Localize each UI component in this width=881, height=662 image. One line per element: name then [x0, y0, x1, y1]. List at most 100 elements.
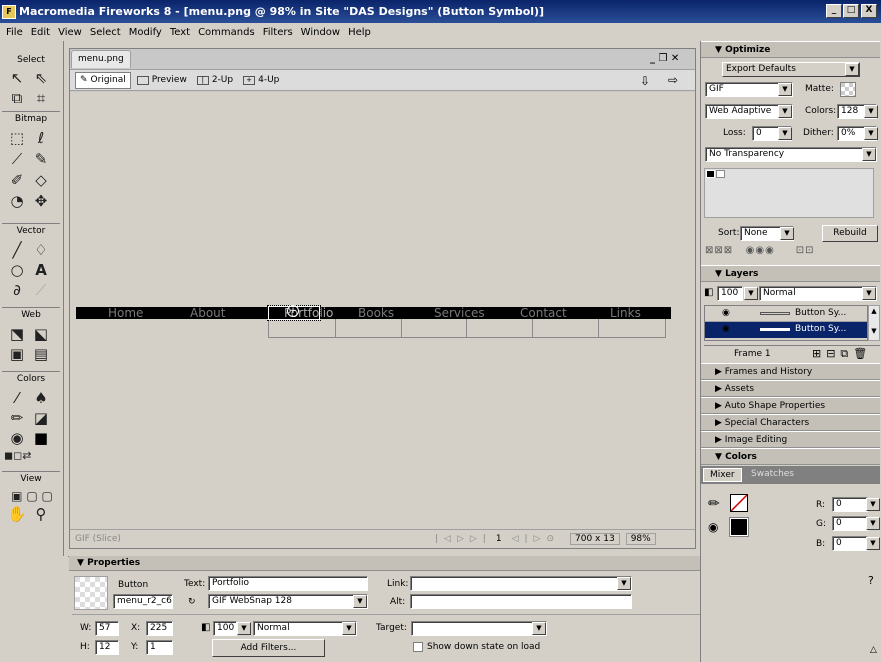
- button-text-input[interactable]: Portfolio: [208, 576, 368, 591]
- width-input[interactable]: 57: [95, 621, 119, 636]
- b-dropdown-icon[interactable]: ▼: [866, 537, 880, 550]
- view-original-button[interactable]: ✎ Original: [75, 71, 131, 89]
- assets-panel-header[interactable]: ▶ Assets: [701, 380, 880, 397]
- export-dropdown-icon[interactable]: ▼: [353, 595, 367, 608]
- link-input[interactable]: [410, 576, 632, 591]
- layer-actions-icon[interactable]: ⊞⊟⧉🗑: [812, 347, 872, 361]
- x-input[interactable]: 225: [146, 621, 173, 636]
- menu-help[interactable]: Help: [344, 27, 375, 38]
- nav-item-books[interactable]: Books: [358, 307, 394, 319]
- menu-text[interactable]: Text: [166, 27, 194, 38]
- add-filters-button[interactable]: Add Filters...: [212, 639, 325, 657]
- blur-tool-icon[interactable]: ◔: [6, 190, 28, 212]
- menu-commands[interactable]: Commands: [194, 27, 259, 38]
- layer-row-1[interactable]: ◉ Button Sy...: [705, 306, 867, 322]
- optimize-preset-select[interactable]: Export Defaults: [722, 62, 860, 77]
- magic-wand-icon[interactable]: ⟋: [6, 148, 28, 170]
- hide-slices-icon[interactable]: ▣: [6, 343, 28, 365]
- nav-item-about[interactable]: About: [190, 307, 225, 319]
- nav-item-links[interactable]: Links: [610, 307, 641, 319]
- layer-blend-select[interactable]: Normal: [759, 286, 877, 301]
- menu-filters[interactable]: Filters: [259, 27, 297, 38]
- document-tab[interactable]: menu.png: [71, 50, 131, 68]
- format-dropdown-icon[interactable]: ▼: [778, 83, 792, 96]
- r-dropdown-icon[interactable]: ▼: [866, 498, 880, 511]
- export-setting-select[interactable]: GIF WebSnap 128: [208, 594, 368, 609]
- pointer-tool-icon[interactable]: ↖: [6, 67, 28, 89]
- matte-swatch[interactable]: [840, 82, 856, 97]
- transparency-dropdown-icon[interactable]: ▼: [862, 148, 876, 161]
- frame-select[interactable]: Frame 1: [734, 349, 771, 359]
- layer-opacity-dropdown-icon[interactable]: ▼: [744, 287, 758, 300]
- restore-button[interactable]: □: [843, 4, 859, 18]
- opacity-input[interactable]: 100: [213, 621, 237, 636]
- view-preview-button[interactable]: Preview: [133, 72, 191, 89]
- frame-controls-icon[interactable]: |◁▷▷|: [435, 534, 492, 544]
- target-input[interactable]: [411, 621, 547, 636]
- tab-mixer[interactable]: Mixer: [703, 468, 742, 482]
- scale-tool-icon[interactable]: ⧉: [6, 87, 28, 109]
- color-table-tools-icon[interactable]: ⊠⊠⊠ ◉◉◉ ⊡⊡: [705, 245, 815, 256]
- instance-name-input[interactable]: menu_r2_c6: [113, 594, 173, 609]
- r-input[interactable]: 0: [832, 497, 868, 512]
- special-characters-panel-header[interactable]: ▶ Special Characters: [701, 414, 880, 431]
- colors-panel-header[interactable]: ▼ Colors: [701, 448, 880, 465]
- tab-swatches[interactable]: Swatches: [747, 469, 798, 479]
- paint-bucket-icon[interactable]: ♠: [30, 387, 52, 409]
- menu-view[interactable]: View: [54, 27, 86, 38]
- nav-item-services[interactable]: Services: [434, 307, 485, 319]
- subselect-tool-icon[interactable]: ⇖: [30, 67, 52, 89]
- close-button[interactable]: X: [861, 4, 877, 18]
- text-tool-icon[interactable]: A: [30, 259, 52, 281]
- hand-tool-icon[interactable]: ✋: [6, 503, 28, 525]
- optimize-panel-header[interactable]: ▼ Optimize: [701, 41, 880, 58]
- eyedropper-icon[interactable]: ⁄: [6, 387, 28, 409]
- freeform-tool-icon[interactable]: ∂: [6, 279, 28, 301]
- show-down-state-checkbox[interactable]: [413, 642, 423, 652]
- color-table-swatch-black[interactable]: [706, 170, 715, 178]
- zoom-level[interactable]: 98%: [625, 533, 656, 545]
- eraser-tool-icon[interactable]: ◇: [30, 169, 52, 191]
- g-dropdown-icon[interactable]: ▼: [866, 517, 880, 530]
- quick-export-icon[interactable]: ⇩: [640, 74, 650, 88]
- view-2up-button[interactable]: | 2-Up: [193, 72, 237, 89]
- minimize-button[interactable]: _: [826, 4, 842, 18]
- palette-dropdown-icon[interactable]: ▼: [778, 105, 792, 118]
- line-tool-icon[interactable]: ╱: [6, 239, 28, 261]
- expand-panel-icon[interactable]: △: [870, 645, 877, 655]
- knife-tool-icon[interactable]: ⟋: [30, 279, 52, 301]
- eye-icon[interactable]: ◉: [722, 324, 730, 334]
- mixer-fill-swatch[interactable]: [729, 517, 749, 537]
- show-slices-icon[interactable]: ▤: [30, 343, 52, 365]
- marquee-tool-icon[interactable]: ⬚: [6, 127, 28, 149]
- y-input[interactable]: 1: [146, 640, 173, 655]
- default-colors-icon[interactable]: ◼◻⇄: [4, 445, 31, 467]
- height-input[interactable]: 12: [95, 640, 119, 655]
- playback-controls-icon[interactable]: ◁|▷⊙: [512, 534, 560, 544]
- layers-scrollbar[interactable]: ▲ ▼: [868, 305, 880, 341]
- menu-modify[interactable]: Modify: [125, 27, 166, 38]
- b-input[interactable]: 0: [832, 536, 868, 551]
- frames-history-panel-header[interactable]: ▶ Frames and History: [701, 363, 880, 380]
- mixer-stroke-swatch[interactable]: [730, 494, 748, 512]
- ellipse-tool-icon[interactable]: ○: [6, 259, 28, 281]
- menu-select[interactable]: Select: [86, 27, 125, 38]
- brush-tool-icon[interactable]: ✎: [30, 148, 52, 170]
- rubber-stamp-icon[interactable]: ✥: [30, 190, 52, 212]
- fill-swatch-icon[interactable]: ■: [30, 427, 52, 449]
- stroke-color-icon[interactable]: ✏: [6, 407, 28, 429]
- auto-shape-properties-panel-header[interactable]: ▶ Auto Shape Properties: [701, 397, 880, 414]
- export-arrow-icon[interactable]: ⇨: [668, 73, 678, 87]
- lasso-tool-icon[interactable]: ℓ: [30, 127, 52, 149]
- view-4up-button[interactable]: +4-Up: [239, 72, 283, 89]
- crop-tool-icon[interactable]: ⌗: [30, 87, 52, 109]
- layer-opacity-input[interactable]: 100: [717, 286, 743, 301]
- eye-icon[interactable]: ◉: [722, 308, 730, 318]
- g-input[interactable]: 0: [832, 516, 868, 531]
- slice-tool-icon[interactable]: ⬕: [30, 323, 52, 345]
- menu-file[interactable]: File: [2, 27, 27, 38]
- hotspot-tool-icon[interactable]: ⬔: [6, 323, 28, 345]
- alt-input[interactable]: [410, 594, 632, 609]
- blend-dropdown-icon[interactable]: ▼: [862, 287, 876, 300]
- rotate-handle-icon[interactable]: +: [287, 305, 299, 317]
